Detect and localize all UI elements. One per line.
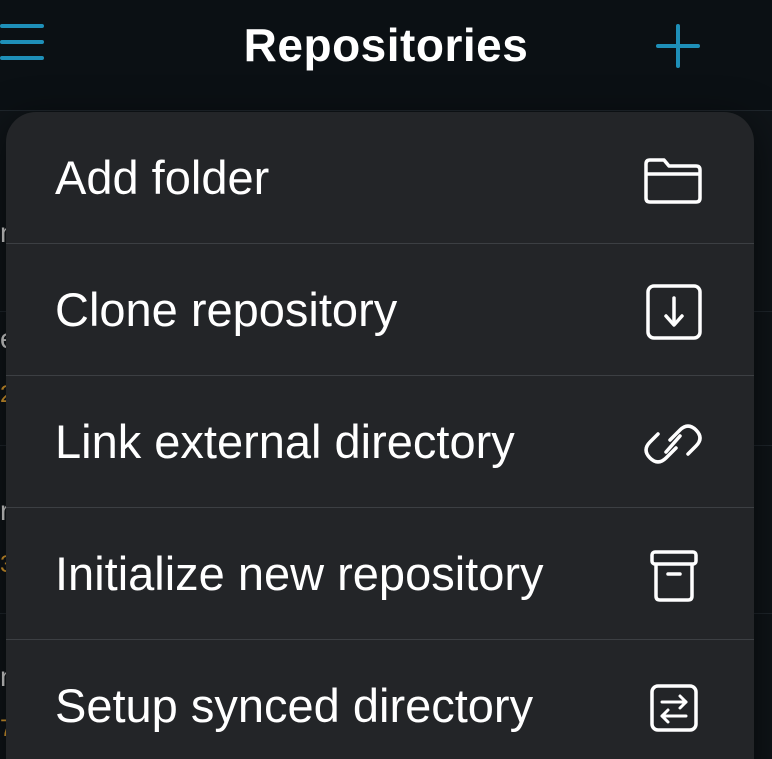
add-repository-menu: Add folder Clone repository Link externa…	[6, 112, 754, 759]
menu-item-label: Add folder	[55, 151, 270, 204]
menu-item-clone-repository[interactable]: Clone repository	[6, 244, 754, 376]
folder-icon	[636, 150, 708, 210]
menu-item-label: Setup synced directory	[55, 679, 534, 732]
menu-item-label: Initialize new repository	[55, 547, 544, 600]
menu-item-label: Link external directory	[55, 415, 515, 468]
sync-arrows-icon	[636, 678, 708, 738]
repositories-screen: Repositories n e 2 r 3 n 7 Add folder Cl…	[0, 0, 772, 759]
menu-item-link-external-directory[interactable]: Link external directory	[6, 376, 754, 508]
plus-icon[interactable]	[654, 24, 702, 68]
navigation-bar: Repositories	[0, 0, 772, 111]
menu-item-add-folder[interactable]: Add folder	[6, 112, 754, 244]
menu-item-label: Clone repository	[55, 283, 398, 336]
archive-box-icon	[636, 546, 708, 606]
menu-item-initialize-new-repository[interactable]: Initialize new repository	[6, 508, 754, 640]
download-box-icon	[636, 282, 708, 342]
link-icon	[636, 414, 708, 474]
menu-item-setup-synced-directory[interactable]: Setup synced directory	[6, 640, 754, 759]
